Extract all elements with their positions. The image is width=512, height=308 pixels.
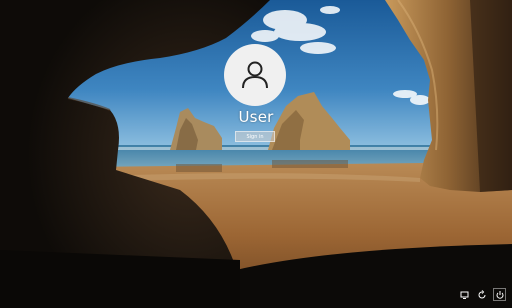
user-name: User bbox=[238, 108, 274, 126]
network-icon[interactable] bbox=[459, 289, 471, 301]
user-avatar bbox=[224, 44, 286, 106]
sign-in-button[interactable]: Sign in bbox=[235, 131, 275, 142]
ease-of-access-icon[interactable] bbox=[476, 289, 488, 301]
lock-screen-tray bbox=[459, 288, 506, 301]
power-icon[interactable] bbox=[493, 288, 506, 301]
user-silhouette-icon bbox=[242, 61, 268, 89]
login-panel: User Sign in bbox=[0, 0, 512, 308]
